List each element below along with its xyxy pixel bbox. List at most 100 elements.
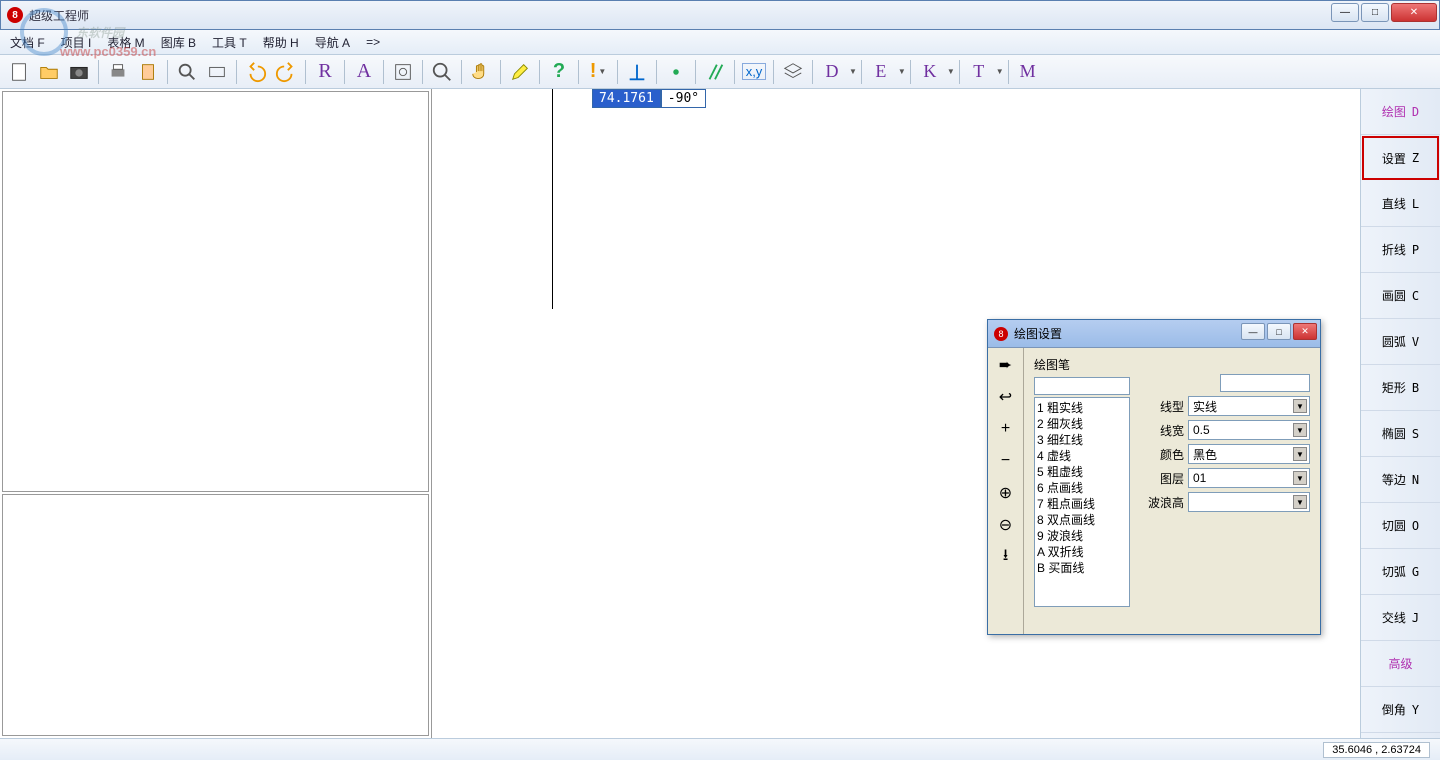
parallel-button[interactable]: [700, 58, 730, 86]
tool-a-button[interactable]: A: [349, 58, 379, 86]
sidebar-item-key: S: [1412, 427, 1419, 441]
new-button[interactable]: [4, 58, 34, 86]
list-item[interactable]: 2 细灰线: [1037, 416, 1127, 432]
layer-select[interactable]: 01▼: [1188, 468, 1310, 488]
coord-x-box[interactable]: 74.1761: [592, 89, 661, 108]
sidebar-item-8[interactable]: 等边N: [1361, 457, 1440, 503]
left-panel: [0, 89, 432, 738]
canvas-area[interactable]: 74.1761 -90° 8 绘图设置 — □ ✕ ➨ ↩: [432, 89, 1360, 738]
perpendicular-button[interactable]: [622, 58, 652, 86]
toolbar-separator: [500, 60, 501, 84]
tool-r-button[interactable]: R: [310, 58, 340, 86]
sidebar-item-0[interactable]: 绘图D: [1361, 89, 1440, 135]
dialog-apply-button[interactable]: ➨: [995, 354, 1017, 376]
tool-e-button[interactable]: E: [866, 58, 896, 86]
dialog-back-button[interactable]: ↩: [995, 386, 1017, 408]
sidebar-item-12[interactable]: 高级: [1361, 641, 1440, 687]
list-item[interactable]: A 双折线: [1037, 544, 1127, 560]
chevron-down-icon: ▼: [598, 67, 606, 76]
tool-m-button[interactable]: M: [1013, 58, 1043, 86]
menu-table[interactable]: 表格 M: [107, 34, 144, 51]
list-item[interactable]: B 买面线: [1037, 560, 1127, 576]
list-item[interactable]: 7 粗点画线: [1037, 496, 1127, 512]
list-item[interactable]: 8 双点画线: [1037, 512, 1127, 528]
menu-navigate[interactable]: 导航 A: [315, 34, 350, 51]
menu-file[interactable]: 文档 F: [10, 34, 45, 51]
pen-id-input[interactable]: [1220, 374, 1310, 392]
rect-button[interactable]: [202, 58, 232, 86]
dialog-minimize-button[interactable]: —: [1241, 323, 1265, 340]
dialog-zoomin-button[interactable]: ⊕: [995, 482, 1017, 504]
menu-tools[interactable]: 工具 T: [212, 34, 247, 51]
sidebar-item-label: 绘图: [1382, 103, 1406, 120]
pen-name-input[interactable]: [1034, 377, 1130, 395]
minimize-button[interactable]: —: [1331, 3, 1359, 22]
layers-button[interactable]: [778, 58, 808, 86]
maximize-button[interactable]: □: [1361, 3, 1389, 22]
pencil-button[interactable]: [505, 58, 535, 86]
magnifier-icon: [431, 61, 453, 83]
list-item[interactable]: 9 波浪线: [1037, 528, 1127, 544]
pen-list[interactable]: 1 粗实线 2 细灰线 3 细红线 4 虚线 5 粗虚线 6 点画线 7 粗点画…: [1034, 397, 1130, 607]
menu-project[interactable]: 项目 I: [61, 34, 92, 51]
list-item[interactable]: 5 粗虚线: [1037, 464, 1127, 480]
help-tool-button[interactable]: ?: [544, 58, 574, 86]
sidebar-item-1[interactable]: 设置Z: [1362, 136, 1439, 180]
chevron-down-icon: ▼: [1293, 447, 1307, 461]
dialog-export-button[interactable]: ⭳: [995, 546, 1017, 568]
redo-button[interactable]: [271, 58, 301, 86]
menu-library[interactable]: 图库 B: [161, 34, 196, 51]
dialog-titlebar[interactable]: 8 绘图设置 — □ ✕: [988, 320, 1320, 348]
sidebar-item-4[interactable]: 画圆C: [1361, 273, 1440, 319]
printer-icon: [107, 61, 129, 83]
waveheight-select[interactable]: ▼: [1188, 492, 1310, 512]
dialog-close-button[interactable]: ✕: [1293, 323, 1317, 340]
dialog-zoomout-button[interactable]: ⊖: [995, 514, 1017, 536]
color-select[interactable]: 黑色▼: [1188, 444, 1310, 464]
zoom-extent-button[interactable]: [388, 58, 418, 86]
chevron-down-icon: ▼: [849, 67, 857, 76]
list-item[interactable]: 4 虚线: [1037, 448, 1127, 464]
save-button[interactable]: [64, 58, 94, 86]
menu-arrow[interactable]: =>: [366, 35, 380, 49]
clipboard-button[interactable]: [133, 58, 163, 86]
pencil-icon: [509, 61, 531, 83]
sidebar-item-6[interactable]: 矩形B: [1361, 365, 1440, 411]
menu-help[interactable]: 帮助 H: [263, 34, 299, 51]
pan-button[interactable]: [466, 58, 496, 86]
print-button[interactable]: [103, 58, 133, 86]
sidebar-item-3[interactable]: 折线P: [1361, 227, 1440, 273]
undo-button[interactable]: [241, 58, 271, 86]
sidebar-item-key: L: [1412, 197, 1419, 211]
sidebar-item-key: C: [1412, 289, 1419, 303]
coord-angle-box[interactable]: -90°: [661, 89, 706, 108]
tool-k-button[interactable]: K: [915, 58, 945, 86]
sidebar-item-13[interactable]: 倒角Y: [1361, 687, 1440, 733]
sidebar-item-9[interactable]: 切圆O: [1361, 503, 1440, 549]
list-item[interactable]: 1 粗实线: [1037, 400, 1127, 416]
open-button[interactable]: [34, 58, 64, 86]
layers-icon: [782, 61, 804, 83]
close-button[interactable]: ✕: [1391, 3, 1437, 22]
search-button[interactable]: [172, 58, 202, 86]
tool-d-button[interactable]: D: [817, 58, 847, 86]
linetype-select[interactable]: 实线▼: [1188, 396, 1310, 416]
linewidth-select[interactable]: 0.5▼: [1188, 420, 1310, 440]
sidebar-item-11[interactable]: 交线J: [1361, 595, 1440, 641]
dialog-maximize-button[interactable]: □: [1267, 323, 1291, 340]
sidebar-item-2[interactable]: 直线L: [1361, 181, 1440, 227]
tool-t-button[interactable]: T: [964, 58, 994, 86]
list-item[interactable]: 6 点画线: [1037, 480, 1127, 496]
zoom-button[interactable]: [427, 58, 457, 86]
sidebar-item-5[interactable]: 圆弧V: [1361, 319, 1440, 365]
sidebar-item-7[interactable]: 椭圆S: [1361, 411, 1440, 457]
dialog-remove-button[interactable]: −: [995, 450, 1017, 472]
point-button[interactable]: [661, 58, 691, 86]
xy-button[interactable]: x,y: [739, 58, 769, 86]
list-item[interactable]: 3 细红线: [1037, 432, 1127, 448]
parallel-icon: [704, 61, 726, 83]
dialog-add-button[interactable]: +: [995, 418, 1017, 440]
sidebar-item-10[interactable]: 切弧G: [1361, 549, 1440, 595]
warning-button[interactable]: !▼: [583, 58, 613, 86]
dialog-content: 绘图笔 1 粗实线 2 细灰线 3 细红线 4 虚线 5 粗虚线 6 点画线 7…: [1024, 348, 1320, 634]
